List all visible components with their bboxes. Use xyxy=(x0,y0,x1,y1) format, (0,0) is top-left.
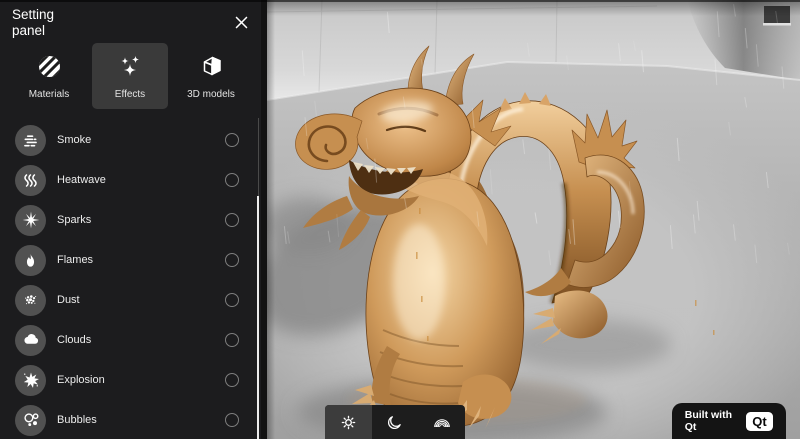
built-with-qt-badge[interactable]: Built with Qt Qt xyxy=(672,403,786,439)
3d-viewport[interactable]: Built with Qt Qt xyxy=(267,0,800,439)
close-icon[interactable] xyxy=(232,13,250,31)
radio-sparks[interactable] xyxy=(225,213,239,227)
effect-row-explosion[interactable]: Explosion xyxy=(0,360,261,400)
effect-row-dust[interactable]: Dust xyxy=(0,280,261,320)
effect-label: Dust xyxy=(57,294,80,306)
env-button-night[interactable] xyxy=(372,405,419,439)
smoke-icon xyxy=(15,125,46,156)
panel-title: Setting panel xyxy=(12,7,82,39)
effect-row-sparks[interactable]: Sparks xyxy=(0,200,261,240)
panel-header: Setting panel xyxy=(0,0,267,36)
env-button-rainbow[interactable] xyxy=(418,405,465,439)
tab-effects[interactable]: Effects xyxy=(92,43,168,109)
sun-icon xyxy=(337,411,359,433)
effect-row-heatwave[interactable]: Heatwave xyxy=(0,160,261,200)
environment-bar xyxy=(325,405,465,439)
effect-label: Clouds xyxy=(57,334,91,346)
radio-clouds[interactable] xyxy=(225,333,239,347)
radio-dust[interactable] xyxy=(225,293,239,307)
effect-label: Explosion xyxy=(57,374,105,386)
radio-explosion[interactable] xyxy=(225,373,239,387)
tab-3d-models[interactable]: 3D models xyxy=(173,43,249,109)
qt-logo: Qt xyxy=(746,412,773,431)
tab-bar: Materials Effects 3D models xyxy=(0,36,267,109)
dust-icon xyxy=(15,285,46,316)
effects-list: Smoke Heatwave Sparks Flames Dust Clouds Explo… xyxy=(0,120,261,439)
effect-label: Sparks xyxy=(57,214,91,226)
effect-row-bubbles[interactable]: Bubbles xyxy=(0,400,261,439)
sparks-icon xyxy=(15,205,46,236)
tab-label: Materials xyxy=(29,89,70,100)
effect-label: Smoke xyxy=(57,134,91,146)
scrollbar-thumb[interactable] xyxy=(257,196,260,439)
env-button-day[interactable] xyxy=(325,405,372,439)
tab-label: 3D models xyxy=(187,89,235,100)
dragon-render xyxy=(267,0,800,439)
bubbles-icon xyxy=(15,405,46,436)
radio-heatwave[interactable] xyxy=(225,173,239,187)
explosion-icon xyxy=(15,365,46,396)
radio-smoke[interactable] xyxy=(225,133,239,147)
effect-label: Flames xyxy=(57,254,93,266)
cube-icon xyxy=(197,53,225,81)
moon-icon xyxy=(384,411,406,433)
sparkles-icon xyxy=(116,53,144,81)
heatwave-icon xyxy=(15,165,46,196)
tab-materials[interactable]: Materials xyxy=(11,43,87,109)
radio-bubbles[interactable] xyxy=(225,413,239,427)
badge-text: Built with Qt xyxy=(685,409,732,434)
rainbow-icon xyxy=(431,411,453,433)
effect-row-flames[interactable]: Flames xyxy=(0,240,261,280)
flames-icon xyxy=(15,245,46,276)
materials-sphere-icon xyxy=(35,53,63,81)
effect-row-clouds[interactable]: Clouds xyxy=(0,320,261,360)
effect-label: Bubbles xyxy=(57,414,97,426)
tab-label: Effects xyxy=(115,89,145,100)
setting-panel: Setting panel MaterialsEffects3D models … xyxy=(0,0,267,439)
effect-label: Heatwave xyxy=(57,174,106,186)
clouds-icon xyxy=(15,325,46,356)
effect-row-smoke[interactable]: Smoke xyxy=(0,120,261,160)
radio-flames[interactable] xyxy=(225,253,239,267)
